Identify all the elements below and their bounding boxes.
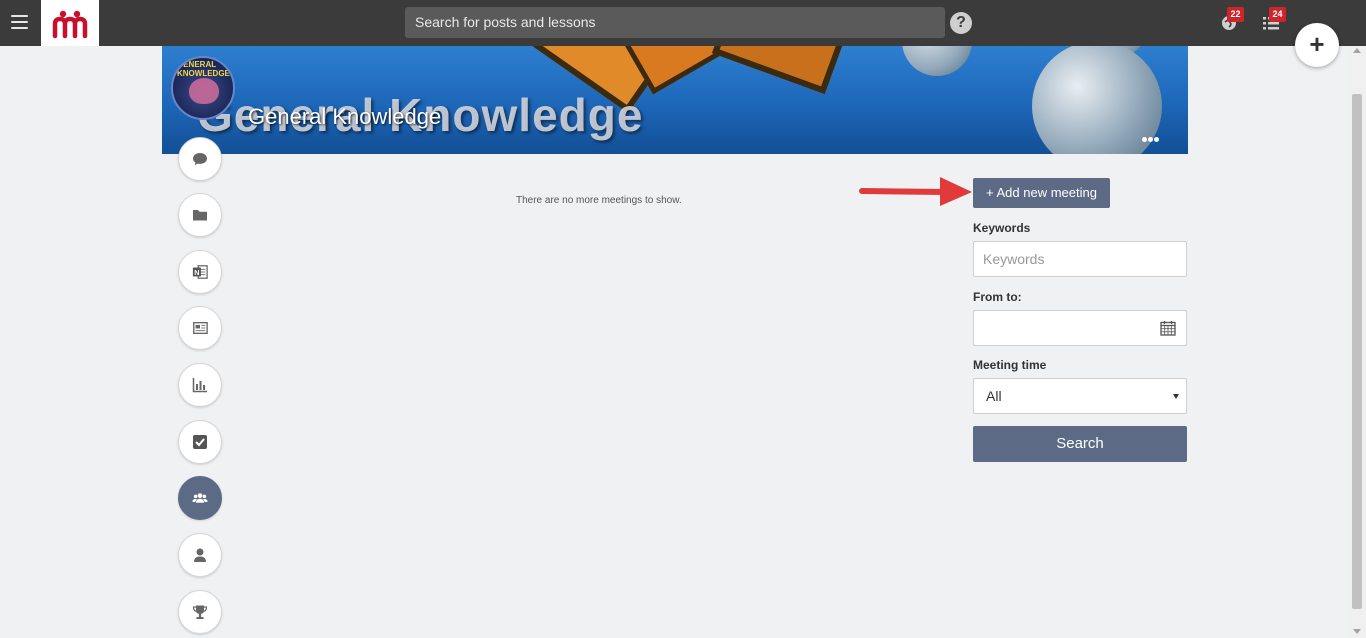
meeting-time-value: All [986,388,1002,404]
date-range-input[interactable] [973,310,1187,346]
checkbox-icon [193,435,207,449]
banner-decoration [711,46,853,95]
bar-chart-icon [192,378,207,393]
newspaper-icon [193,322,208,334]
chat-icon [193,153,207,165]
scroll-down-arrow-icon[interactable] [1353,629,1361,634]
side-nav-members[interactable] [178,533,222,577]
banner-globe [902,46,972,76]
from-to-label: From to: [973,290,1022,304]
hamburger-menu-icon[interactable] [11,15,28,29]
user-icon [194,548,206,562]
top-bar: Search for posts and lessons ? 22 24 [0,0,1366,46]
app-logo[interactable] [41,0,99,46]
annotation-arrow-icon [859,177,972,206]
more-options-icon[interactable] [1142,129,1160,147]
create-button[interactable]: + [1295,23,1339,67]
avatar-text: GENERAL KNOWLEDGE [177,60,230,78]
search-input[interactable]: Search for posts and lessons [405,7,945,38]
side-nav-tasks[interactable] [178,420,222,464]
group-title: General Knowledge [248,104,442,129]
chevron-down-icon [1173,394,1179,399]
side-nav-files[interactable] [178,193,222,237]
svg-text:N: N [194,269,199,277]
tasks-badge: 24 [1269,7,1286,22]
users-icon [192,493,208,503]
group-banner: General Knowledge General Knowledge [162,46,1188,154]
side-nav-stats[interactable] [178,363,222,407]
search-button[interactable]: Search [973,426,1187,462]
notifications-badge: 22 [1227,7,1244,22]
side-nav-meetings[interactable] [178,476,222,520]
tasks-button[interactable]: 24 [1259,7,1286,36]
side-nav-onenote[interactable]: N [178,250,222,294]
meeting-time-label: Meeting time [973,358,1047,372]
scroll-up-arrow-icon[interactable] [1353,48,1361,53]
calendar-icon[interactable] [1160,320,1176,336]
side-nav-chat[interactable] [178,137,222,181]
side-nav-achievements[interactable] [178,590,222,634]
onenote-icon: N [192,265,208,279]
help-icon[interactable]: ? [950,12,972,34]
keywords-label: Keywords [973,221,1031,235]
side-nav-news[interactable] [178,306,222,350]
folder-icon [193,210,207,221]
keywords-input[interactable]: Keywords [973,241,1187,277]
page-scrollbar[interactable] [1349,46,1366,638]
empty-meetings-message: There are no more meetings to show. [516,195,682,206]
add-new-meeting-button[interactable]: + Add new meeting [973,178,1110,208]
logo-icon [52,10,88,39]
brain-icon [189,78,219,104]
scrollbar-thumb[interactable] [1352,94,1362,609]
trophy-icon [192,605,208,619]
meeting-time-select[interactable]: All [973,378,1187,414]
group-avatar: GENERAL KNOWLEDGE [171,56,235,120]
notifications-button[interactable]: 22 [1217,7,1244,36]
